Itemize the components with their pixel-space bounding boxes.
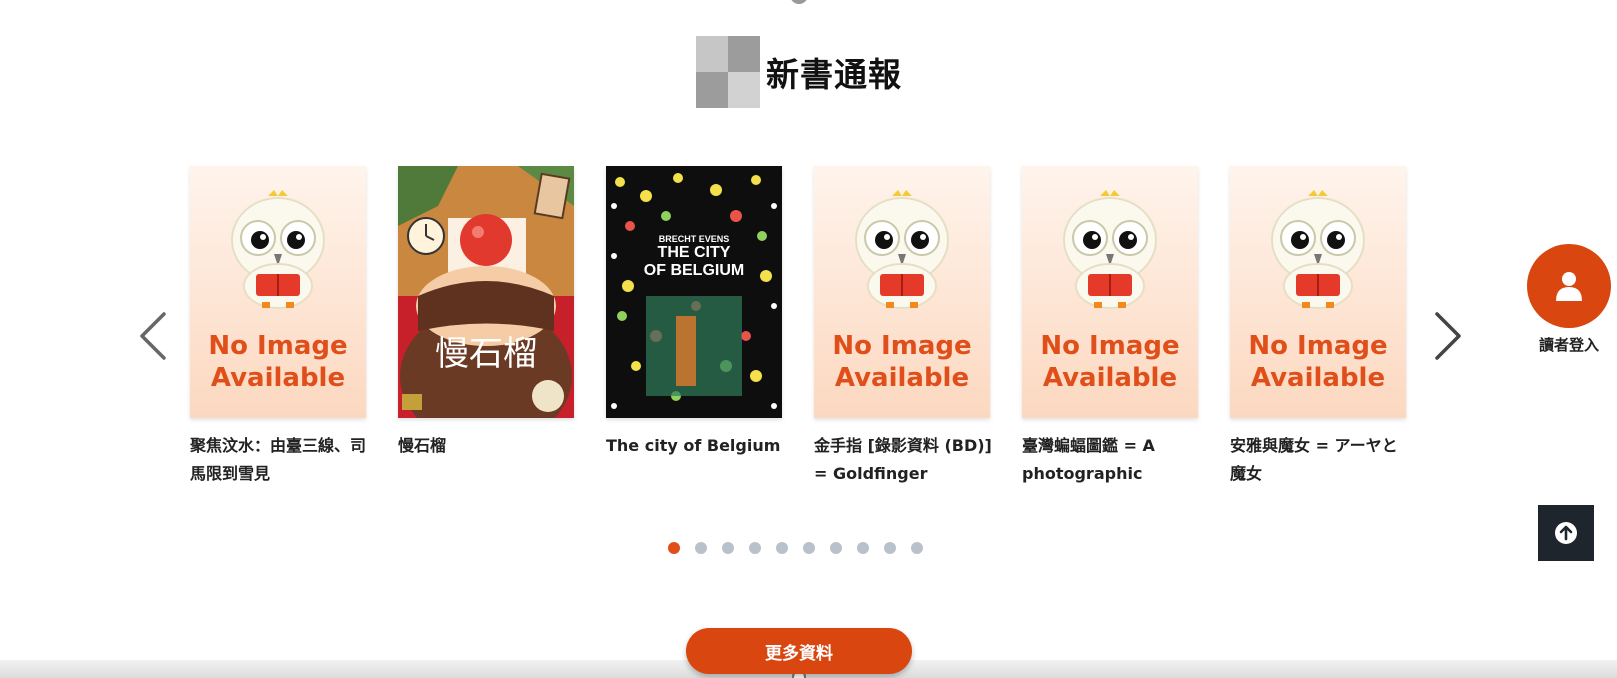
no-image-label: No Image Available: [832, 331, 972, 393]
chevron-left-icon: [140, 312, 166, 360]
carousel-dot-8[interactable]: [857, 542, 869, 554]
cover-title-text: 慢石榴: [435, 334, 537, 374]
login-label: 讀者登入: [1538, 336, 1599, 354]
book-cover-placeholder[interactable]: No Image Available: [1022, 166, 1198, 418]
book-cover-image[interactable]: BRECHT EVENS THE CITY OF BELGIUM: [606, 166, 782, 418]
more-button[interactable]: 更多資料: [686, 628, 912, 674]
carousel-next-button[interactable]: [1428, 306, 1468, 366]
carousel-dot-7[interactable]: [830, 542, 842, 554]
book-title[interactable]: 聚焦汶水：由臺三線、司馬限到雪見: [190, 432, 370, 488]
book-title[interactable]: 臺灣蝙蝠圖鑑 = A photographic guid...: [1022, 432, 1202, 488]
book-card[interactable]: No Image Available 安雅與魔女 = アーヤと魔女: [1230, 166, 1406, 488]
carousel-dot-5[interactable]: [776, 542, 788, 554]
book-cover-image[interactable]: 慢石榴: [398, 166, 574, 418]
book-card[interactable]: No Image Available 臺灣蝙蝠圖鑑 = A photograph…: [1022, 166, 1198, 488]
book-title[interactable]: The city of Belgium: [606, 432, 786, 488]
no-image-label: No Image Available: [208, 331, 348, 393]
book-cover-placeholder[interactable]: No Image Available: [190, 166, 366, 418]
carousel-dot-9[interactable]: [884, 542, 896, 554]
book-cover-placeholder[interactable]: No Image Available: [1230, 166, 1406, 418]
carousel-dot-1[interactable]: [668, 542, 680, 554]
login-button[interactable]: [1527, 244, 1611, 328]
section-heading: 新書通報: [696, 36, 902, 108]
top-decoration: [790, 0, 808, 4]
arrow-up-icon: [1555, 522, 1577, 544]
book-card[interactable]: 慢石榴 慢石榴: [398, 166, 574, 488]
carousel-dot-10[interactable]: [911, 542, 923, 554]
section-logo-icon: [696, 36, 760, 108]
chevron-right-icon: [1435, 312, 1461, 360]
book-card[interactable]: No Image Available 聚焦汶水：由臺三線、司馬限到雪見: [190, 166, 366, 488]
no-image-label: No Image Available: [1248, 331, 1388, 393]
owl-icon: [231, 190, 325, 309]
reader-login[interactable]: 讀者登入: [1524, 244, 1614, 355]
carousel-dot-3[interactable]: [722, 542, 734, 554]
owl-icon: [855, 190, 949, 309]
user-icon: [1556, 272, 1582, 301]
book-title[interactable]: 金手指 [錄影資料 (BD)] = Goldfinger: [814, 432, 994, 488]
book-card[interactable]: No Image Available 金手指 [錄影資料 (BD)] = Gol…: [814, 166, 992, 488]
book-title[interactable]: 安雅與魔女 = アーヤと魔女: [1230, 432, 1410, 488]
cover-title-text: BRECHT EVENS THE CITY OF BELGIUM: [643, 234, 745, 279]
carousel-pagination: [668, 542, 923, 554]
book-title[interactable]: 慢石榴: [398, 432, 578, 488]
carousel-dot-4[interactable]: [749, 542, 761, 554]
carousel-prev-button[interactable]: [133, 306, 173, 366]
book-card[interactable]: BRECHT EVENS THE CITY OF BELGIUM The cit…: [606, 166, 782, 488]
owl-icon: [1271, 190, 1365, 309]
page-title: 新書通報: [766, 55, 902, 94]
book-cover-art: [611, 173, 777, 409]
book-cover-placeholder[interactable]: No Image Available: [814, 166, 990, 418]
carousel-dot-2[interactable]: [695, 542, 707, 554]
back-to-top-button[interactable]: [1538, 505, 1594, 561]
carousel-dot-6[interactable]: [803, 542, 815, 554]
book-cover-art: [398, 166, 574, 418]
no-image-label: No Image Available: [1040, 331, 1180, 393]
owl-icon: [1063, 190, 1157, 309]
